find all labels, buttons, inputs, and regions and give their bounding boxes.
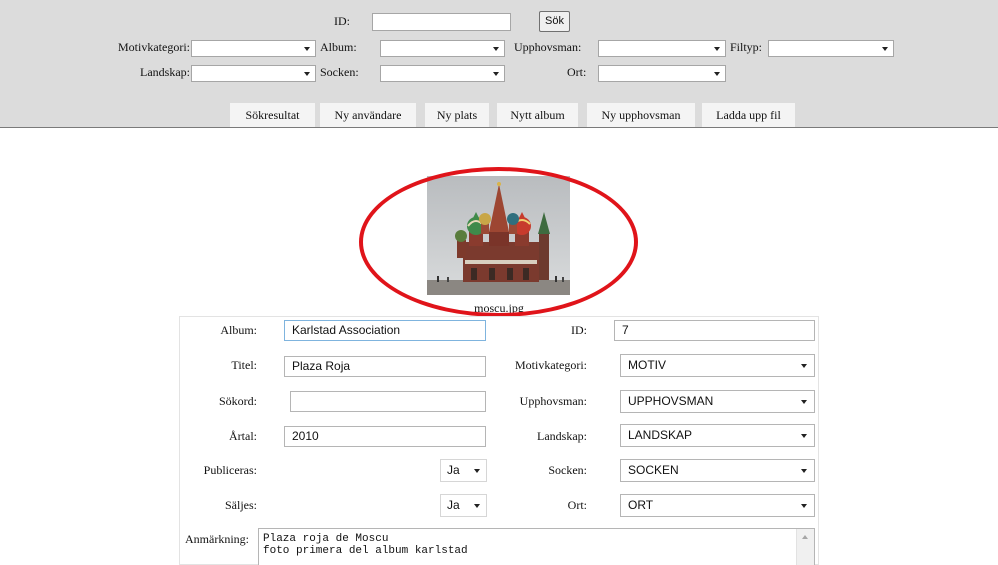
- chevron-down-icon: [304, 72, 310, 76]
- album-filter-label: Album:: [320, 40, 357, 54]
- publiceras-value: Ja: [447, 463, 460, 477]
- motivkategori-filter-select[interactable]: [191, 40, 316, 57]
- motivkategori-value: MOTIV: [628, 358, 666, 372]
- landskap-label: Landskap:: [537, 429, 587, 443]
- chevron-down-icon: [801, 504, 807, 508]
- filtyp-filter-label: Filtyp:: [730, 40, 763, 54]
- upphovsman-value: UPPHOVSMAN: [628, 394, 714, 408]
- filtyp-filter-select[interactable]: [768, 40, 894, 57]
- anmarkning-textarea[interactable]: Plaza roja de Moscu foto primera del alb…: [258, 528, 815, 565]
- titel-field[interactable]: Plaza Roja: [284, 356, 486, 377]
- chevron-down-icon: [714, 72, 720, 76]
- ort-value: ORT: [628, 498, 654, 512]
- titel-label: Titel:: [231, 358, 257, 372]
- artal-field[interactable]: 2010: [284, 426, 486, 447]
- chevron-down-icon: [493, 47, 499, 51]
- landskap-value: LANDSKAP: [628, 428, 693, 442]
- landskap-select[interactable]: LANDSKAP: [620, 424, 815, 447]
- album-label: Album:: [220, 323, 257, 337]
- saljes-label: Säljes:: [225, 498, 257, 512]
- anmarkning-label: Anmärkning:: [185, 532, 249, 546]
- publiceras-label: Publiceras:: [203, 463, 257, 477]
- tab-ny-anvandare[interactable]: Ny användare: [320, 103, 416, 127]
- tab-ladda-upp-fil[interactable]: Ladda upp fil: [702, 103, 795, 127]
- socken-filter-label: Socken:: [320, 65, 359, 79]
- panel-divider: [0, 127, 998, 128]
- tab-ny-plats[interactable]: Ny plats: [425, 103, 489, 127]
- album-field[interactable]: Karlstad Association: [284, 320, 486, 341]
- upphovsman-filter-label: Upphovsman:: [514, 40, 582, 54]
- chevron-down-icon: [801, 364, 807, 368]
- motivkategori-select[interactable]: MOTIV: [620, 354, 815, 377]
- ort-filter-label: Ort:: [567, 65, 587, 79]
- chevron-down-icon: [882, 47, 888, 51]
- chevron-down-icon: [304, 47, 310, 51]
- textarea-scrollbar[interactable]: [796, 529, 814, 565]
- socken-label: Socken:: [548, 463, 587, 477]
- search-button[interactable]: Sök: [539, 11, 570, 32]
- ort-label: Ort:: [567, 498, 587, 512]
- socken-value: SOCKEN: [628, 463, 679, 477]
- search-id-label: ID:: [334, 14, 350, 28]
- motivkategori-filter-label: Motivkategori:: [118, 40, 190, 54]
- tab-ny-upphovsman[interactable]: Ny upphovsman: [587, 103, 695, 127]
- tab-sokresultat[interactable]: Sökresultat: [230, 103, 315, 127]
- chevron-down-icon: [493, 72, 499, 76]
- search-id-input[interactable]: [372, 13, 511, 31]
- ort-select[interactable]: ORT: [620, 494, 815, 517]
- id-label: ID:: [571, 323, 587, 337]
- socken-filter-select[interactable]: [380, 65, 505, 82]
- chevron-down-icon: [801, 469, 807, 473]
- id-field[interactable]: 7: [614, 320, 815, 341]
- motivkategori-label: Motivkategori:: [515, 358, 587, 372]
- upphovsman-label: Upphovsman:: [519, 394, 587, 408]
- upphovsman-select[interactable]: UPPHOVSMAN: [620, 390, 815, 413]
- album-filter-select[interactable]: [380, 40, 505, 57]
- saljes-value: Ja: [447, 498, 460, 512]
- sokord-label: Sökord:: [218, 394, 257, 408]
- tab-nytt-album[interactable]: Nytt album: [497, 103, 578, 127]
- upphovsman-filter-select[interactable]: [598, 40, 726, 57]
- chevron-down-icon: [801, 434, 807, 438]
- chevron-down-icon: [714, 47, 720, 51]
- sokord-field[interactable]: [290, 391, 486, 412]
- scroll-up-icon[interactable]: [802, 535, 808, 539]
- highlight-ellipse: [359, 167, 638, 317]
- ort-filter-select[interactable]: [598, 65, 726, 82]
- socken-select[interactable]: SOCKEN: [620, 459, 815, 482]
- landskap-filter-select[interactable]: [191, 65, 316, 82]
- anmarkning-text: Plaza roja de Moscu foto primera del alb…: [263, 533, 468, 557]
- landskap-filter-label: Landskap:: [140, 65, 190, 79]
- chevron-down-icon: [801, 400, 807, 404]
- artal-label: Årtal:: [229, 429, 257, 443]
